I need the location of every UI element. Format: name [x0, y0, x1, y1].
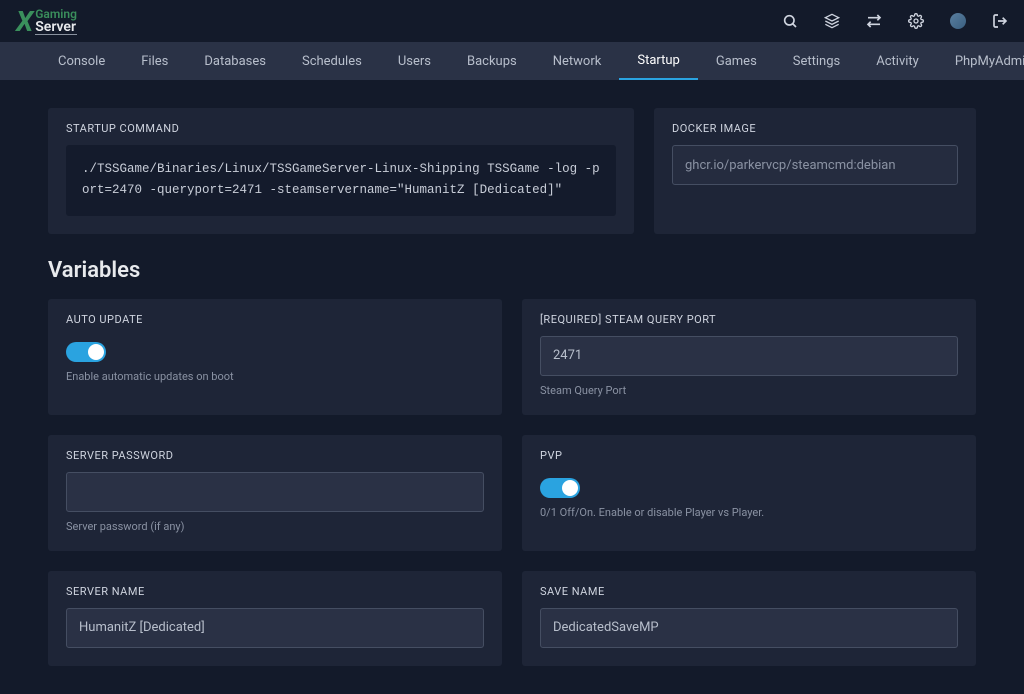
server-name-title: SERVER NAME — [48, 571, 502, 608]
logo[interactable]: X Gaming Server — [16, 5, 77, 38]
query-port-hint: Steam Query Port — [540, 384, 958, 397]
pvp-hint: 0/1 Off/On. Enable or disable Player vs … — [540, 506, 958, 519]
nav-files[interactable]: Files — [123, 42, 186, 80]
nav-users[interactable]: Users — [380, 42, 449, 80]
nav-schedules[interactable]: Schedules — [284, 42, 380, 80]
logo-server: Server — [35, 20, 77, 35]
transfer-icon[interactable] — [866, 13, 882, 29]
auto-update-card: AUTO UPDATE Enable automatic updates on … — [48, 299, 502, 415]
variables-heading: Variables — [48, 258, 976, 283]
startup-command-card: STARTUP COMMAND ./TSSGame/Binaries/Linux… — [48, 108, 634, 234]
pvp-title: PVP — [522, 435, 976, 472]
auto-update-title: AUTO UPDATE — [48, 299, 502, 336]
save-name-card: SAVE NAME DedicatedSaveMP — [522, 571, 976, 666]
top-icons — [782, 13, 1008, 29]
docker-image-input[interactable]: ghcr.io/parkervcp/steamcmd:debian — [672, 145, 958, 185]
content: STARTUP COMMAND ./TSSGame/Binaries/Linux… — [0, 80, 1024, 694]
nav-phpmyadmin[interactable]: PhpMyAdmin — [937, 42, 1024, 80]
globe-icon[interactable] — [950, 13, 966, 29]
startup-command-value: ./TSSGame/Binaries/Linux/TSSGameServer-L… — [66, 145, 616, 216]
server-name-input[interactable]: HumanitZ [Dedicated] — [66, 608, 484, 648]
auto-update-hint: Enable automatic updates on boot — [66, 370, 484, 383]
pvp-card: PVP 0/1 Off/On. Enable or disable Player… — [522, 435, 976, 551]
logout-icon[interactable] — [992, 13, 1008, 29]
server-password-title: SERVER PASSWORD — [48, 435, 502, 472]
pvp-toggle[interactable] — [540, 478, 580, 498]
server-name-card: SERVER NAME HumanitZ [Dedicated] — [48, 571, 502, 666]
auto-update-toggle[interactable] — [66, 342, 106, 362]
query-port-input[interactable]: 2471 — [540, 336, 958, 376]
nav-console[interactable]: Console — [40, 42, 123, 80]
save-name-input[interactable]: DedicatedSaveMP — [540, 608, 958, 648]
nav-games[interactable]: Games — [698, 42, 775, 80]
docker-image-card: DOCKER IMAGE ghcr.io/parkervcp/steamcmd:… — [654, 108, 976, 234]
nav-startup[interactable]: Startup — [619, 42, 698, 80]
nav-backups[interactable]: Backups — [449, 42, 535, 80]
query-port-card: [REQUIRED] STEAM QUERY PORT 2471 Steam Q… — [522, 299, 976, 415]
layers-icon[interactable] — [824, 13, 840, 29]
query-port-title: [REQUIRED] STEAM QUERY PORT — [522, 299, 976, 336]
server-password-input[interactable] — [66, 472, 484, 512]
docker-image-title: DOCKER IMAGE — [654, 108, 976, 145]
search-icon[interactable] — [782, 13, 798, 29]
topbar: X Gaming Server — [0, 0, 1024, 42]
save-name-title: SAVE NAME — [522, 571, 976, 608]
nav-databases[interactable]: Databases — [186, 42, 284, 80]
logo-gaming: Gaming — [35, 8, 77, 20]
nav-settings[interactable]: Settings — [775, 42, 858, 80]
nav-activity[interactable]: Activity — [858, 42, 937, 80]
navbar: ConsoleFilesDatabasesSchedulesUsersBacku… — [0, 42, 1024, 80]
server-password-hint: Server password (if any) — [66, 520, 484, 533]
nav-network[interactable]: Network — [535, 42, 620, 80]
startup-command-title: STARTUP COMMAND — [48, 108, 634, 145]
server-password-card: SERVER PASSWORD Server password (if any) — [48, 435, 502, 551]
logo-mark: X — [16, 5, 33, 38]
settings-icon[interactable] — [908, 13, 924, 29]
